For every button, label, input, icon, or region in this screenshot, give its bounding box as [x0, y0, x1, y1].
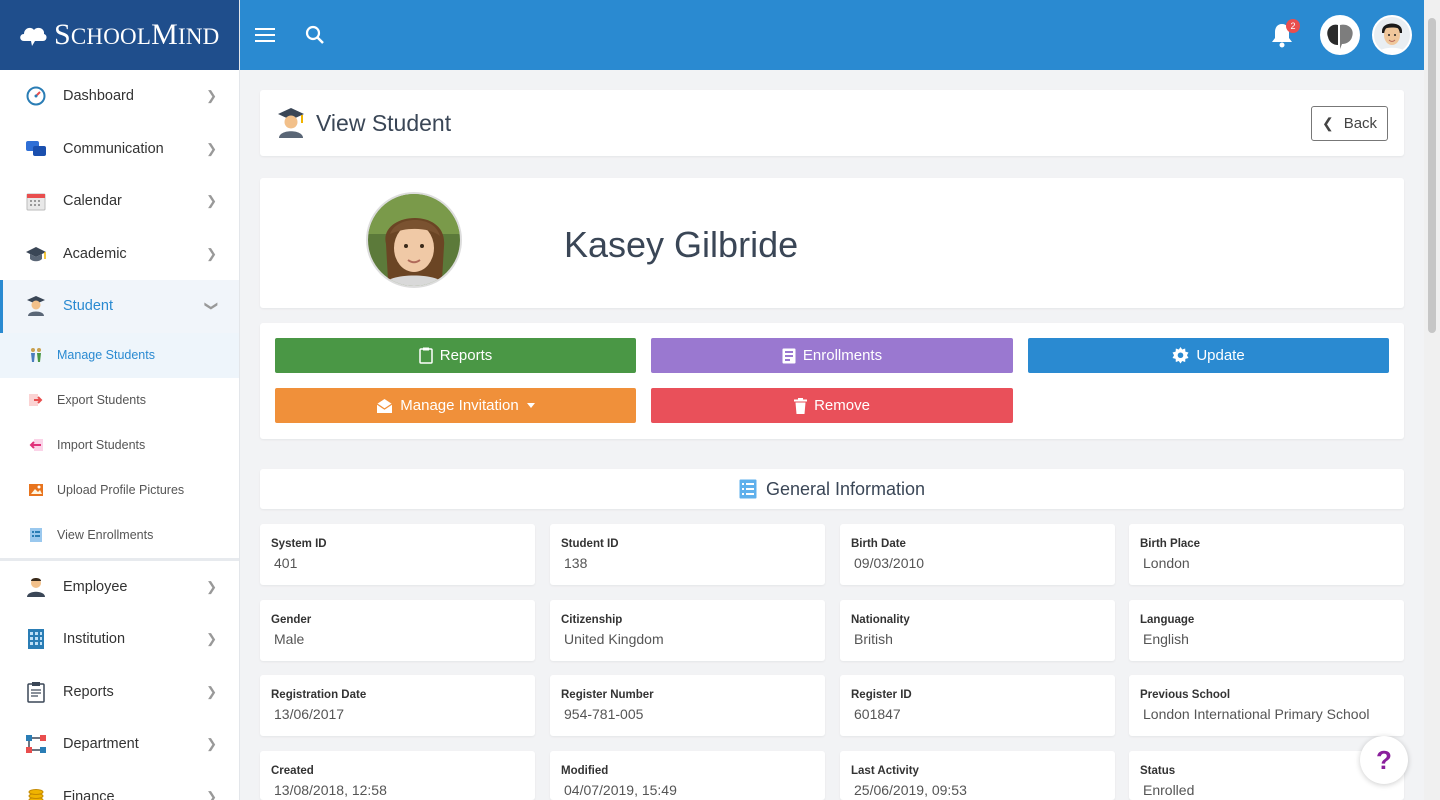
chevron-right-icon: ❯	[206, 578, 217, 594]
building-icon	[24, 627, 48, 651]
chevron-right-icon: ❯	[206, 140, 217, 156]
section-title: General Information	[765, 478, 926, 499]
student-name: Kasey Gilbride	[564, 224, 799, 265]
dashboard-gauge-icon	[24, 84, 48, 108]
info-register-number: Register Number 954-781-005	[550, 675, 825, 736]
employee-icon	[24, 575, 48, 599]
caret-down-icon	[526, 403, 535, 408]
student-icon	[278, 108, 304, 138]
sidebar: SCHOOLMIND Dashboard ❯ Communication ❯ C…	[0, 0, 240, 800]
sidebar-sub-view-enrollments[interactable]: View Enrollments	[0, 513, 239, 558]
actions-card: Reports Enrollments Update Manage Invita…	[260, 323, 1404, 439]
help-button[interactable]: ?	[1360, 736, 1408, 784]
vertical-scrollbar[interactable]	[1424, 0, 1440, 800]
sidebar-item-dashboard[interactable]: Dashboard ❯	[0, 70, 239, 123]
sidebar-item-student[interactable]: Student ❯	[0, 280, 239, 333]
brain-logo-icon	[1322, 17, 1358, 53]
info-citizenship: Citizenship United Kingdom	[550, 600, 825, 661]
remove-button[interactable]: Remove	[651, 388, 1013, 423]
chevron-right-icon: ❯	[206, 683, 217, 699]
user-photo-icon	[1374, 17, 1410, 53]
info-birth-place: Birth Place London	[1129, 524, 1404, 585]
chevron-right-icon: ❯	[206, 631, 217, 647]
brand-logo[interactable]: SCHOOLMIND	[0, 0, 239, 70]
chevron-down-icon: ❯	[204, 300, 220, 312]
student-profile-card: Kasey Gilbride	[260, 178, 1404, 308]
user-avatar[interactable]	[1372, 15, 1412, 55]
coins-icon	[24, 785, 48, 800]
people-icon	[28, 347, 44, 363]
back-button[interactable]: ❮ Back	[1311, 106, 1388, 141]
scrollbar-thumb[interactable]	[1428, 18, 1436, 333]
info-register-id: Register ID 601847	[840, 675, 1115, 736]
reports-button[interactable]: Reports	[275, 338, 636, 373]
hamburger-icon	[255, 28, 275, 42]
chat-bubbles-icon	[24, 137, 48, 161]
chevron-right-icon: ❯	[206, 736, 217, 752]
sidebar-item-institution[interactable]: Institution ❯	[0, 613, 239, 666]
sidebar-sub-manage-students[interactable]: Manage Students	[0, 332, 239, 378]
info-nationality: Nationality British	[840, 600, 1115, 661]
list-icon	[739, 479, 757, 499]
info-last-activity: Last Activity 25/06/2019, 09:53	[840, 751, 1115, 800]
sidebar-item-communication[interactable]: Communication ❯	[0, 123, 239, 176]
picture-icon	[28, 482, 44, 498]
info-created: Created 13/08/2018, 12:58	[260, 751, 535, 800]
student-icon	[24, 294, 48, 318]
sidebar-item-calendar[interactable]: Calendar ❯	[0, 175, 239, 228]
clipboard-icon	[24, 680, 48, 704]
update-button[interactable]: Update	[1028, 338, 1389, 373]
import-icon	[28, 437, 44, 453]
list-icon	[782, 348, 796, 364]
envelope-open-icon	[376, 398, 393, 414]
sidebar-item-department[interactable]: Department ❯	[0, 718, 239, 771]
chevron-left-icon: ❮	[1321, 115, 1334, 131]
info-language: Language English	[1129, 600, 1404, 661]
sidebar-item-reports[interactable]: Reports ❯	[0, 666, 239, 719]
export-icon	[28, 392, 44, 408]
chevron-right-icon: ❯	[206, 788, 217, 800]
sidebar-item-finance[interactable]: Finance ❯	[0, 771, 239, 800]
manage-invitation-dropdown[interactable]: Manage Invitation	[275, 388, 636, 423]
info-gender: Gender Male	[260, 600, 535, 661]
org-chart-icon	[24, 732, 48, 756]
sidebar-sub-import-students[interactable]: Import Students	[0, 423, 239, 468]
search-button[interactable]	[290, 0, 340, 70]
clipboard-icon	[418, 347, 433, 364]
school-avatar[interactable]	[1320, 15, 1360, 55]
topbar: 2	[240, 0, 1424, 70]
notifications-button[interactable]: 2	[1262, 15, 1302, 55]
chevron-right-icon: ❯	[206, 88, 217, 104]
info-previous-school: Previous School London International Prim…	[1129, 675, 1404, 736]
enrollments-button[interactable]: Enrollments	[651, 338, 1013, 373]
brand-name: SCHOOLMIND	[54, 18, 220, 51]
chevron-right-icon: ❯	[206, 245, 217, 261]
sidebar-item-academic[interactable]: Academic ❯	[0, 228, 239, 281]
trash-icon	[794, 397, 808, 414]
notification-badge: 2	[1286, 19, 1300, 33]
info-student-id: Student ID 138	[550, 524, 825, 585]
student-photo	[366, 192, 462, 288]
info-system-id: System ID 401	[260, 524, 535, 585]
search-icon	[305, 25, 324, 44]
gear-icon	[1172, 347, 1189, 364]
chevron-right-icon: ❯	[206, 193, 217, 209]
general-information-header: General Information	[260, 469, 1404, 509]
info-birth-date: Birth Date 09/03/2010	[840, 524, 1115, 585]
page-title: View Student	[316, 109, 452, 136]
info-registration-date: Registration Date 13/06/2017	[260, 675, 535, 736]
list-card-icon	[28, 527, 44, 543]
sidebar-sub-export-students[interactable]: Export Students	[0, 378, 239, 423]
calendar-icon	[24, 189, 48, 213]
graduation-cap-icon	[24, 242, 48, 266]
sidebar-sub-upload-profile-pictures[interactable]: Upload Profile Pictures	[0, 468, 239, 513]
menu-toggle-button[interactable]	[240, 0, 290, 70]
info-modified: Modified 04/07/2019, 15:49	[550, 751, 825, 800]
page-header: View Student ❮ Back	[260, 90, 1404, 156]
cloud-brain-icon	[20, 27, 47, 46]
sidebar-item-employee[interactable]: Employee ❯	[0, 561, 239, 614]
